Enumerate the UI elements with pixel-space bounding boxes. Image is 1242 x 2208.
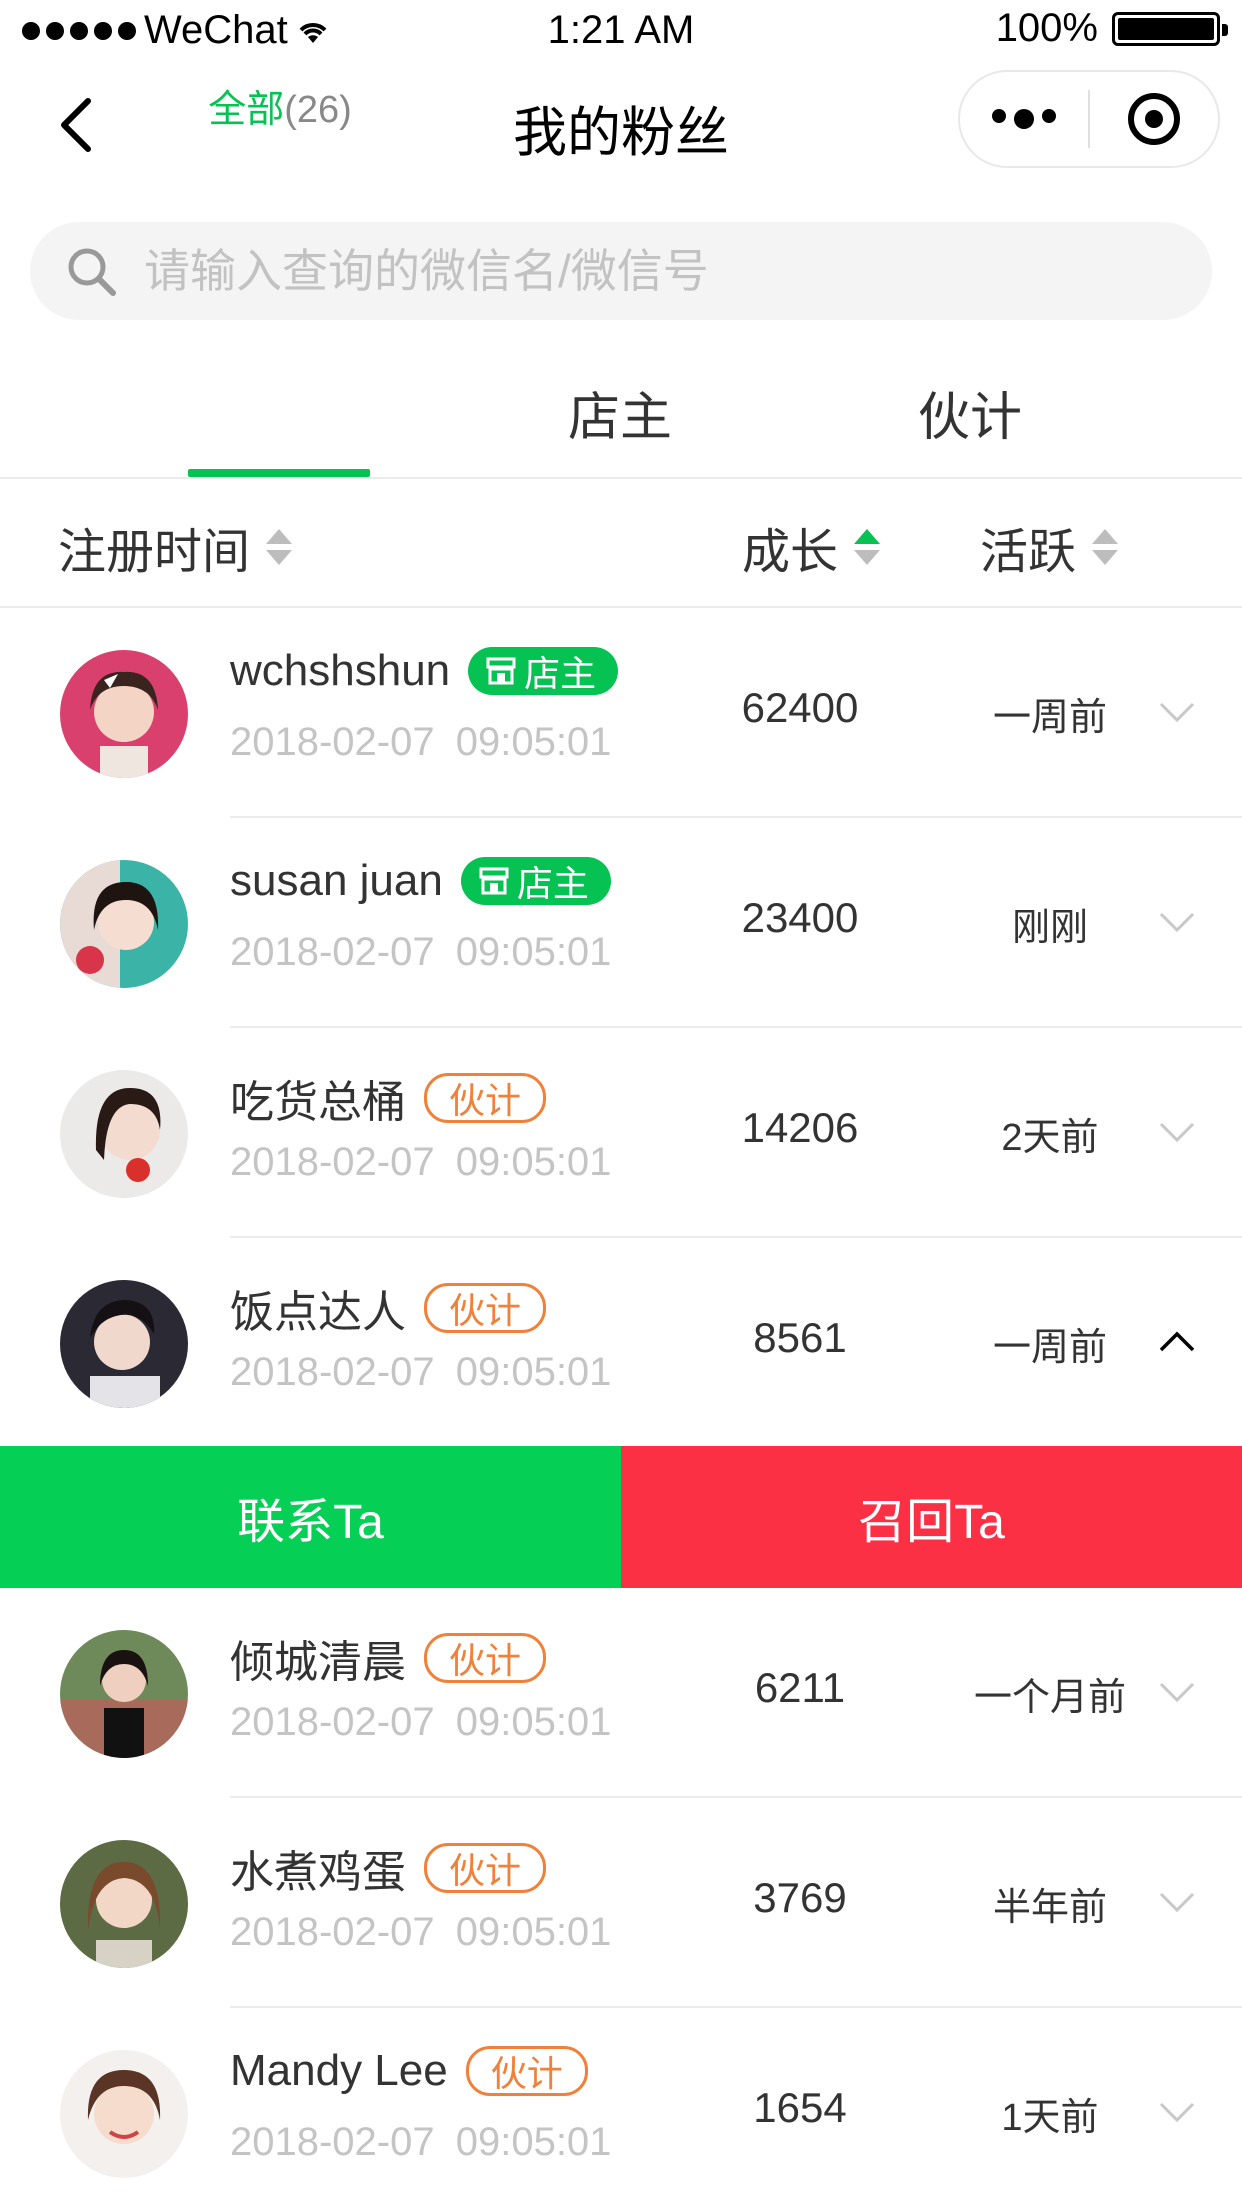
- active-time: 2天前: [1001, 1117, 1099, 1159]
- fan-name: Mandy Lee: [230, 2046, 448, 2095]
- active-time: 一周前: [992, 1327, 1107, 1369]
- tab-all-count: (26): [284, 89, 352, 131]
- fan-row[interactable]: 倾城清晨 伙计 2018-02-07 09:05:01 6211 一个月前: [0, 1588, 1242, 1798]
- staff-badge: 伙计: [424, 1633, 547, 1683]
- search-bar: [30, 222, 1212, 320]
- fan-name-line: susan juan 店主: [230, 856, 611, 906]
- fan-name-line: 水煮鸡蛋 伙计: [230, 1836, 547, 1900]
- fan-row[interactable]: 饭点达人 伙计 2018-02-07 09:05:01 8561 一周前: [0, 1238, 1242, 1448]
- active-time: 一个月前: [973, 1677, 1126, 1719]
- fan-name: 吃货总桶: [230, 1078, 406, 1127]
- recall-button[interactable]: 召回Ta: [621, 1446, 1242, 1588]
- fan-name-line: 倾城清晨 伙计: [230, 1626, 547, 1690]
- sort-register-time[interactable]: 注册时间: [58, 512, 293, 582]
- tab-owner[interactable]: 店主: [520, 375, 720, 450]
- battery-info: 100%: [995, 6, 1228, 51]
- contact-button[interactable]: 联系Ta: [0, 1446, 621, 1588]
- search-input[interactable]: [142, 243, 1106, 299]
- tab-all[interactable]: 全部(26): [150, 78, 410, 133]
- tab-owner-label: 店主: [567, 389, 672, 447]
- staff-badge: 伙计: [424, 1843, 547, 1893]
- fan-name: 水煮鸡蛋: [230, 1848, 406, 1897]
- avatar: [60, 1070, 188, 1198]
- fan-row[interactable]: wchshshun 店主 2018-02-07 09:05:01 62400 一…: [0, 608, 1242, 818]
- active-time: 刚刚: [1011, 907, 1088, 949]
- avatar: [60, 650, 188, 778]
- growth-value: 62400: [741, 684, 859, 731]
- owner-badge: 店主: [468, 647, 619, 695]
- growth-value: 8561: [753, 1314, 847, 1361]
- sort-arrows-icon: [266, 529, 293, 565]
- fan-name: 饭点达人: [230, 1288, 406, 1337]
- growth-value: 3769: [753, 1874, 847, 1921]
- more-icon[interactable]: [960, 109, 1088, 129]
- search-icon: [68, 248, 116, 296]
- sort-register-time-label: 注册时间: [58, 526, 251, 579]
- fan-actions: 联系Ta 召回Ta: [0, 1446, 1242, 1588]
- register-date: 2018-02-07 09:05:01: [230, 1350, 612, 1394]
- growth-value: 23400: [741, 894, 859, 941]
- battery-percent: 100%: [995, 6, 1098, 50]
- store-icon: [479, 867, 509, 895]
- staff-badge: 伙计: [424, 1073, 547, 1123]
- staff-badge: 伙计: [424, 1283, 547, 1333]
- avatar: [60, 1630, 188, 1758]
- chevron-down-icon[interactable]: [1158, 910, 1196, 934]
- growth-value: 14206: [741, 1104, 859, 1151]
- fan-name-line: 吃货总桶 伙计: [230, 1066, 547, 1130]
- tab-active-indicator: [188, 469, 370, 477]
- active-time: 一周前: [992, 697, 1107, 739]
- divider: [0, 477, 1242, 479]
- chevron-down-icon[interactable]: [1158, 2100, 1196, 2124]
- chevron-down-icon[interactable]: [1158, 1890, 1196, 1914]
- owner-badge: 店主: [460, 857, 611, 905]
- fan-name: 倾城清晨: [230, 1638, 406, 1687]
- avatar: [60, 1280, 188, 1408]
- sort-active-label: 活跃: [980, 526, 1077, 579]
- fan-name: susan juan: [230, 856, 443, 905]
- active-time: 半年前: [992, 1887, 1107, 1929]
- sort-growth[interactable]: 成长: [742, 512, 881, 582]
- sort-arrows-icon: [1092, 529, 1119, 565]
- register-date: 2018-02-07 09:05:01: [230, 720, 612, 764]
- active-time: 1天前: [1001, 2097, 1099, 2139]
- chevron-down-icon[interactable]: [1158, 1680, 1196, 1704]
- avatar: [60, 2050, 188, 2178]
- fan-row[interactable]: susan juan 店主 2018-02-07 09:05:01 23400 …: [0, 818, 1242, 1028]
- register-date: 2018-02-07 09:05:01: [230, 1910, 612, 1954]
- register-date: 2018-02-07 09:05:01: [230, 1140, 612, 1184]
- chevron-down-icon[interactable]: [1158, 700, 1196, 724]
- owner-badge-label: 店主: [524, 653, 597, 694]
- battery-icon: [1112, 11, 1228, 46]
- fan-name-line: Mandy Lee 伙计: [230, 2046, 588, 2096]
- growth-value: 1654: [753, 2084, 847, 2131]
- fan-name-line: wchshshun 店主: [230, 646, 619, 696]
- tab-all-label: 全部: [208, 89, 285, 131]
- sort-growth-label: 成长: [742, 526, 839, 579]
- register-date: 2018-02-07 09:05:01: [230, 1700, 612, 1744]
- miniprogram-capsule: [958, 70, 1220, 168]
- avatar: [60, 1840, 188, 1968]
- staff-badge: 伙计: [465, 2046, 588, 2096]
- fan-name: wchshshun: [230, 646, 451, 695]
- sort-active[interactable]: 活跃: [980, 512, 1119, 582]
- status-bar: WeChat 1:21 AM 100%: [0, 0, 1242, 62]
- chevron-up-icon[interactable]: [1158, 1330, 1196, 1354]
- fan-row[interactable]: 水煮鸡蛋 伙计 2018-02-07 09:05:01 3769 半年前: [0, 1798, 1242, 2008]
- tab-staff-label: 伙计: [917, 389, 1022, 447]
- store-icon: [486, 657, 516, 685]
- register-date: 2018-02-07 09:05:01: [230, 930, 612, 974]
- chevron-down-icon[interactable]: [1158, 1120, 1196, 1144]
- avatar: [60, 860, 188, 988]
- close-target-icon[interactable]: [1090, 91, 1218, 147]
- sort-arrows-icon: [854, 529, 881, 565]
- tab-staff[interactable]: 伙计: [870, 375, 1070, 450]
- fan-name-line: 饭点达人 伙计: [230, 1276, 547, 1340]
- growth-value: 6211: [754, 1664, 846, 1711]
- register-date: 2018-02-07 09:05:01: [230, 2120, 612, 2164]
- owner-badge-label: 店主: [516, 863, 589, 904]
- fan-row[interactable]: Mandy Lee 伙计 2018-02-07 09:05:01 1654 1天…: [0, 2008, 1242, 2208]
- fan-row[interactable]: 吃货总桶 伙计 2018-02-07 09:05:01 14206 2天前: [0, 1028, 1242, 1238]
